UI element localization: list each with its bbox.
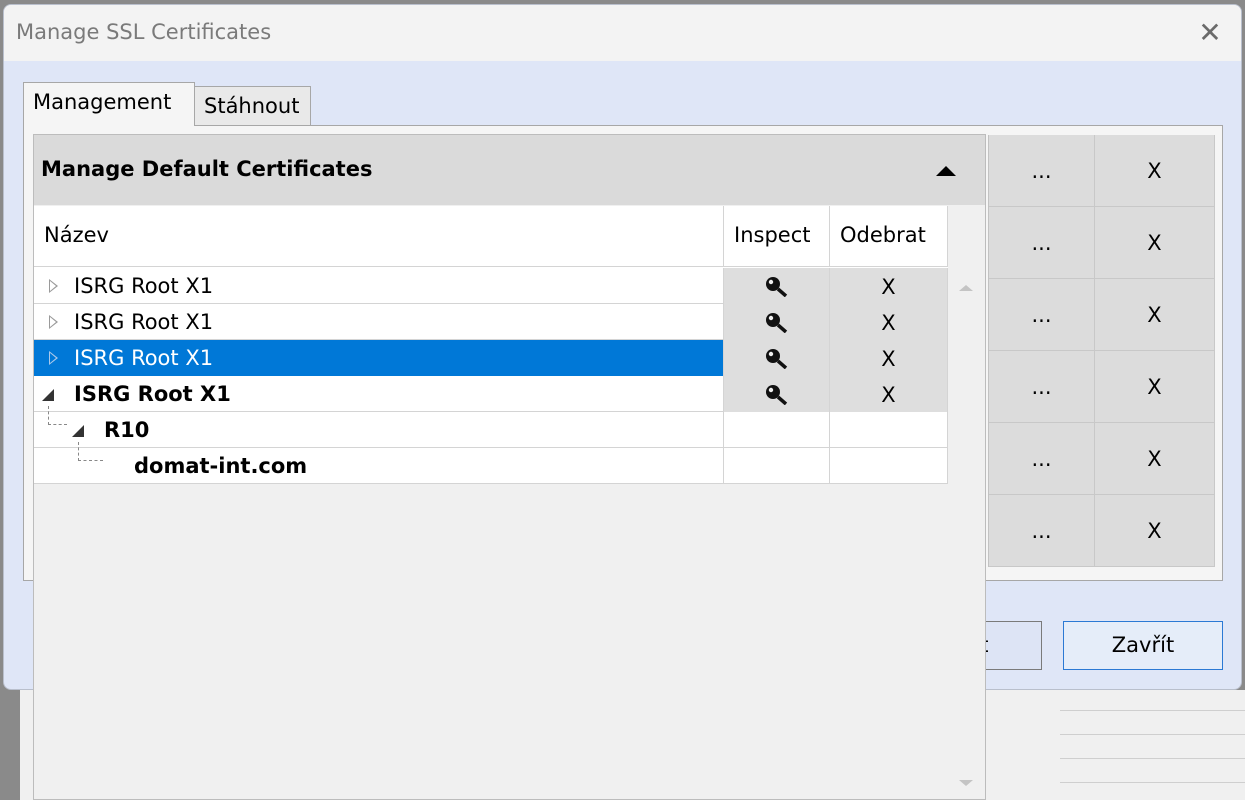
remove-button[interactable]: X: [1095, 207, 1215, 279]
table-row[interactable]: ISRG Root X1 X: [34, 304, 948, 340]
magnifier-icon[interactable]: [764, 311, 788, 333]
column-header-inspect[interactable]: Inspect: [724, 206, 830, 267]
remove-button[interactable]: X: [1095, 135, 1215, 207]
remove-certificate-button[interactable]: X: [830, 376, 948, 412]
collapse-triangle-icon[interactable]: [72, 425, 84, 437]
tab-stahnout[interactable]: Stáhnout: [194, 86, 311, 126]
background-grid-line: [1060, 782, 1245, 783]
close-button[interactable]: Zavřít: [1063, 621, 1223, 670]
inspect-cell[interactable]: [724, 268, 830, 304]
popup-title: Manage Default Certificates: [41, 157, 373, 181]
remove-button[interactable]: X: [1095, 423, 1215, 495]
more-button[interactable]: ...: [989, 135, 1095, 207]
certificate-name: ISRG Root X1: [74, 310, 214, 334]
title-bar: Manage SSL Certificates ✕: [4, 5, 1241, 61]
name-cell: ISRG Root X1: [34, 340, 724, 376]
expand-triangle-icon[interactable]: [49, 279, 58, 293]
more-button[interactable]: ...: [989, 207, 1095, 279]
column-header-remove[interactable]: Odebrat: [830, 206, 948, 267]
caret-up-icon[interactable]: [936, 166, 956, 176]
certificate-name: ISRG Root X1: [74, 382, 231, 406]
remove-button[interactable]: X: [1095, 495, 1215, 567]
column-header-name[interactable]: Název: [34, 206, 724, 267]
remove-button[interactable]: X: [1095, 279, 1215, 351]
tab-management[interactable]: Management: [23, 82, 195, 126]
window-title: Manage SSL Certificates: [16, 20, 272, 44]
inspect-cell[interactable]: [724, 376, 830, 412]
certificate-grid: ... X ... X ... X ... X ... X ... X: [988, 135, 1215, 567]
inspect-cell[interactable]: [724, 304, 830, 340]
expand-triangle-icon[interactable]: [49, 351, 58, 365]
more-button[interactable]: ...: [989, 351, 1095, 423]
name-cell: domat-int.com: [34, 442, 724, 484]
name-cell: R10: [34, 406, 724, 448]
table-row-child[interactable]: domat-int.com: [34, 442, 948, 484]
certificate-table: Název Inspect Odebrat ISRG Root X1 X ISR…: [34, 206, 948, 484]
background-grid-line: [1060, 710, 1245, 711]
table-row-expanded[interactable]: ISRG Root X1 X: [34, 376, 948, 412]
magnifier-icon[interactable]: [764, 347, 788, 369]
certificate-name: ISRG Root X1: [74, 346, 214, 370]
name-cell: ISRG Root X1: [34, 304, 724, 340]
table-row-child[interactable]: R10: [34, 406, 948, 448]
remove-certificate-button[interactable]: X: [830, 304, 948, 340]
background-grid-line: [1060, 758, 1245, 759]
table-row[interactable]: ISRG Root X1 X: [34, 268, 948, 304]
remove-cell-empty: [830, 412, 948, 448]
certificate-name: R10: [104, 418, 150, 442]
certificate-name: domat-int.com: [134, 454, 308, 478]
scroll-down-icon[interactable]: [959, 780, 973, 786]
tree-connector: [78, 442, 103, 461]
inspect-cell-empty: [724, 412, 830, 448]
collapse-triangle-icon[interactable]: [42, 389, 54, 401]
magnifier-icon[interactable]: [764, 275, 788, 297]
remove-certificate-button[interactable]: X: [830, 268, 948, 304]
more-button[interactable]: ...: [989, 423, 1095, 495]
tree-connector: [48, 406, 67, 425]
inspect-cell-empty: [724, 448, 830, 484]
popup-header[interactable]: Manage Default Certificates: [34, 135, 985, 205]
more-button[interactable]: ...: [989, 279, 1095, 351]
certificate-name: ISRG Root X1: [74, 274, 214, 298]
scroll-up-icon[interactable]: [959, 285, 973, 291]
background-grid-line: [1060, 734, 1245, 735]
remove-button[interactable]: X: [1095, 351, 1215, 423]
magnifier-icon[interactable]: [764, 383, 788, 405]
remove-certificate-button[interactable]: X: [830, 340, 948, 376]
default-certificates-popup: Manage Default Certificates Název Inspec…: [33, 134, 986, 800]
expand-triangle-icon[interactable]: [49, 315, 58, 329]
close-window-icon[interactable]: ✕: [1192, 15, 1228, 51]
name-cell: ISRG Root X1: [34, 376, 724, 412]
inspect-cell[interactable]: [724, 340, 830, 376]
table-row-selected[interactable]: ISRG Root X1 X: [34, 340, 948, 376]
more-button[interactable]: ...: [989, 495, 1095, 567]
name-cell: ISRG Root X1: [34, 268, 724, 304]
remove-cell-empty: [830, 448, 948, 484]
